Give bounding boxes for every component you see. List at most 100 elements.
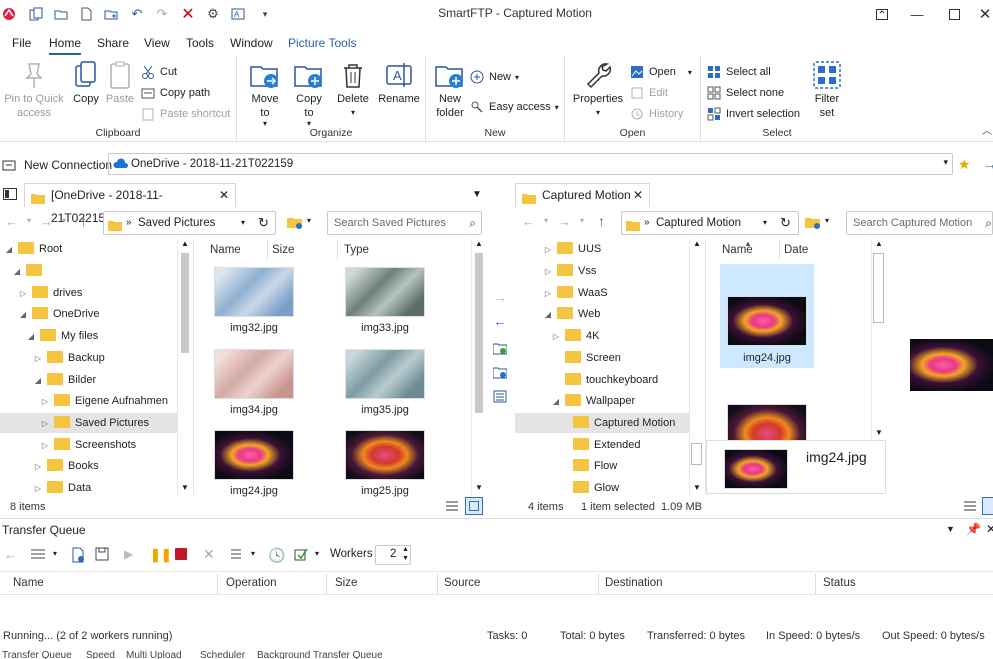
tree-node[interactable]: ▷ Screenshots [40, 435, 136, 455]
list-options-icon[interactable] [229, 547, 243, 564]
select-all-button[interactable]: Select all [707, 63, 771, 81]
new-folder-button[interactable]: New folder [432, 60, 468, 120]
history-button[interactable]: History [630, 105, 683, 123]
tab-picture-tools[interactable]: Picture Tools [288, 33, 356, 55]
back-history-icon[interactable]: ▾ [27, 216, 31, 225]
tree-node[interactable]: Screen [551, 348, 621, 368]
tree-node-selected[interactable]: ▷ Saved Pictures [0, 413, 178, 433]
panel-view-icon[interactable] [3, 188, 17, 203]
left-tree-scrollbar[interactable]: ▲ ▼ [177, 239, 191, 495]
tree-node[interactable]: Glow [559, 478, 619, 495]
file-thumbnail[interactable]: img24.jpg [214, 430, 294, 497]
tab-background-transfer-queue[interactable]: Background Transfer Queue [257, 650, 383, 659]
tree-node[interactable]: ◢ Wallpaper [551, 391, 635, 411]
go-arrow-icon[interactable]: → [983, 156, 993, 172]
right-tree-scrollbar[interactable]: ▲ ▼ [689, 239, 703, 495]
paste-button[interactable]: Paste [104, 60, 136, 106]
tree-node[interactable]: ◢ Web [543, 304, 600, 324]
left-list-scrollbar[interactable]: ▲ ▼ [471, 239, 485, 495]
queue-menu-icon[interactable] [31, 548, 45, 563]
tab-scheduler[interactable]: Scheduler [200, 650, 245, 659]
tree-node[interactable]: ▷ Data [33, 478, 91, 495]
collapse-ribbon-icon[interactable]: ︿ [982, 122, 992, 137]
thumbnail-view-icon[interactable] [465, 497, 483, 515]
add-file-icon[interactable] [71, 547, 85, 566]
up-icon[interactable]: ↑ [80, 213, 87, 229]
stop-icon[interactable] [175, 548, 187, 560]
bookmark-folder-icon[interactable] [805, 215, 821, 232]
close-button[interactable]: ✕ [965, 2, 993, 26]
address-combo[interactable]: OneDrive - 2018-11-21T022159 ▾ [108, 153, 953, 175]
thumbnail-view-icon[interactable] [982, 497, 993, 515]
invert-selection-button[interactable]: Invert selection [707, 105, 800, 123]
new-connection-icon[interactable] [2, 158, 16, 175]
rename-button[interactable]: A Rename [377, 60, 421, 106]
right-path-box[interactable]: » Captured Motion ▾ ↻ [621, 211, 799, 235]
panel-menu-icon[interactable]: ▼ [946, 524, 955, 534]
open-button[interactable]: Open ▾ [630, 63, 692, 81]
tree-node[interactable]: ▷ Books [33, 456, 99, 476]
left-tab-list-icon[interactable]: ▼ [472, 189, 482, 200]
filter-set-button[interactable]: Filter set [809, 60, 845, 120]
bookmark-dropdown-icon[interactable]: ▾ [307, 216, 311, 225]
file-thumbnail[interactable]: img32.jpg [214, 267, 294, 334]
column-header-size[interactable]: Size [335, 573, 357, 593]
select-none-button[interactable]: Select none [707, 84, 784, 102]
tab-share[interactable]: Share [97, 33, 129, 55]
ribbon-display-icon[interactable] [862, 2, 902, 26]
tab-window[interactable]: Window [230, 33, 273, 55]
tree-node[interactable]: Extended [559, 435, 640, 455]
workers-stepper[interactable]: 2 ▲ ▼ [375, 545, 411, 565]
right-list-scrollbar[interactable]: ▲ ▼ [871, 239, 885, 440]
right-tab[interactable]: Captured Motion ✕ [515, 183, 650, 207]
search-icon[interactable]: ⌕ [985, 212, 992, 234]
file-thumbnail[interactable]: img25.jpg [345, 430, 425, 497]
bookmark-dropdown-icon[interactable]: ▾ [825, 216, 829, 225]
tree-node[interactable]: touchkeyboard [551, 370, 658, 390]
close-tab-icon[interactable]: ✕ [219, 184, 229, 207]
tree-node[interactable]: ▷ UUS [543, 239, 601, 259]
tree-node[interactable]: Flow [559, 456, 617, 476]
forward-history-icon[interactable]: ▾ [62, 216, 66, 225]
pause-icon[interactable]: ❚❚ [150, 547, 172, 563]
left-path-box[interactable]: » Saved Pictures ▾ ↻ [103, 211, 276, 235]
forward-history-icon[interactable]: ▾ [580, 216, 584, 225]
transfer-right-icon[interactable]: → [493, 289, 507, 305]
left-tab[interactable]: [OneDrive - 2018-11-21T022159]... ✕ [24, 183, 236, 225]
move-to-button[interactable]: Move to ▾ [245, 60, 285, 131]
new-connection-button[interactable]: New Connection [24, 158, 112, 172]
tree-node[interactable]: ◢ My files [26, 326, 98, 346]
back-history-icon[interactable]: ▾ [544, 216, 548, 225]
tab-file[interactable]: File [12, 33, 31, 55]
new-item-button[interactable]: New ▾ [470, 68, 519, 86]
minimize-button[interactable]: — [897, 2, 937, 26]
file-thumbnail[interactable]: img35.jpg [345, 349, 425, 416]
pin-panel-icon[interactable]: 📌 [966, 522, 981, 536]
file-thumbnail-selected[interactable]: img24.jpg [720, 264, 814, 368]
refresh-icon[interactable]: ↻ [258, 212, 269, 234]
tree-node[interactable]: ▷ Backup [33, 348, 105, 368]
tree-node[interactable]: ▷ WaaS [543, 283, 608, 303]
copy-button[interactable]: Copy [68, 60, 104, 106]
column-header-source[interactable]: Source [444, 573, 480, 593]
file-thumbnail[interactable]: img34.jpg [214, 349, 294, 416]
column-header-name[interactable]: Name [13, 573, 44, 593]
column-header-date[interactable]: Date [784, 239, 808, 261]
file-thumbnail[interactable] [727, 404, 807, 442]
schedule-clock-icon[interactable]: 🕓 [268, 547, 285, 564]
tab-speed[interactable]: Speed [86, 650, 115, 659]
favorites-star-icon[interactable]: ★ [958, 156, 971, 173]
tree-node[interactable]: ▷ drives [18, 283, 82, 303]
cut-button[interactable]: Cut [141, 63, 177, 81]
address-dropdown-icon[interactable]: ▾ [943, 157, 948, 168]
sync-folder-icon[interactable] [492, 342, 508, 358]
start-icon[interactable]: ▶ [124, 547, 133, 561]
details-view-icon[interactable] [446, 500, 458, 515]
column-header-operation[interactable]: Operation [226, 573, 277, 593]
verify-chevron-icon[interactable]: ▾ [315, 549, 319, 558]
close-tab-icon[interactable]: ✕ [633, 184, 643, 207]
queue-list-icon[interactable] [493, 390, 507, 406]
edit-button[interactable]: Edit [630, 84, 668, 102]
compare-folder-icon[interactable] [492, 366, 508, 382]
paste-shortcut-button[interactable]: Paste shortcut [141, 105, 230, 123]
